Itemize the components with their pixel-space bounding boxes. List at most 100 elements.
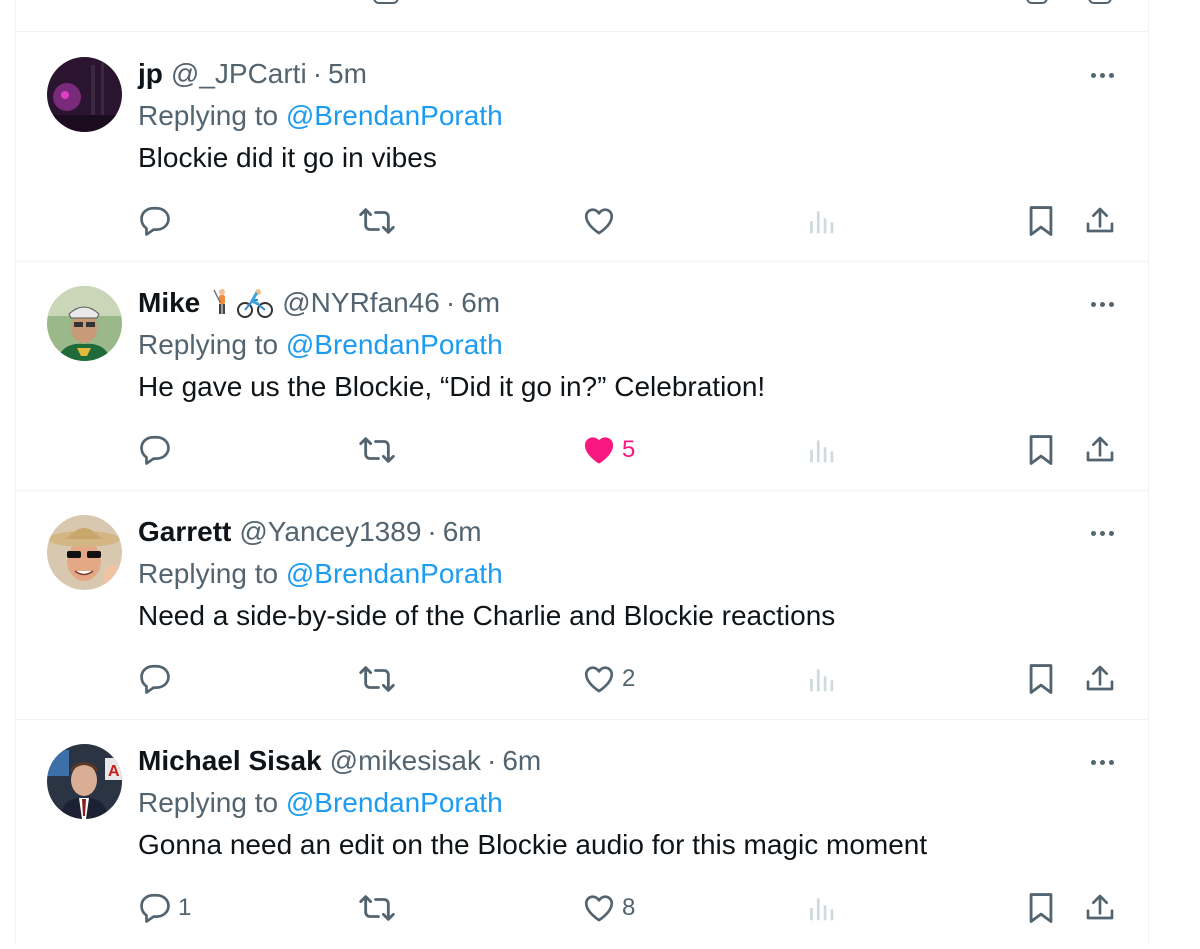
bookmark-icon [1029,206,1053,236]
views-icon [810,440,834,463]
retweet-button[interactable] [358,430,396,470]
reply-mention-link[interactable]: @BrendanPorath [286,329,503,360]
share-icon [1086,665,1114,691]
tweet-text: Blockie did it go in vibes [138,142,437,173]
share-button[interactable] [1084,888,1116,928]
bookmark-icon[interactable] [1026,0,1048,4]
reply-icon [140,435,170,465]
tweet-text: Need a side-by-side of the Charlie and B… [138,600,836,631]
reply-count: 1 [178,894,192,921]
user-handle[interactable]: @mikesisak [330,744,481,778]
bookmark-button[interactable] [1026,659,1056,699]
tweet[interactable]: A Michael Sisak @mikesisak · 6m Replying… [16,720,1148,949]
views-button[interactable] [806,201,836,241]
like-button[interactable]: 8 [582,888,635,928]
tweet[interactable]: Garrett @Yancey1389 · 6m Replying to @Br… [16,491,1148,720]
bookmark-button[interactable] [1026,430,1056,470]
share-icon [1086,894,1114,920]
cyclist-emoji [237,289,274,318]
tweet-actions: 5 [16,430,1148,470]
previous-tweet-actions [16,0,1148,32]
like-count: 8 [622,894,636,921]
share-button[interactable] [1084,430,1116,470]
timestamp[interactable]: 6m [443,515,482,549]
display-name[interactable]: Michael Sisak [138,744,322,778]
tweet[interactable]: Mike @NYRfan46 · 6m Replying to @Brendan… [16,262,1148,491]
views-button[interactable] [806,888,836,928]
tweet-text: Gonna need an edit on the Blockie audio … [138,829,928,860]
like-button[interactable]: 2 [582,659,635,699]
display-name[interactable]: Garrett [138,515,231,549]
svg-text:A: A [108,763,120,780]
display-name[interactable]: jp [138,57,163,91]
views-button[interactable] [806,430,836,470]
separator: · [445,287,456,318]
display-name[interactable]: Mike [138,286,200,320]
replying-to: Replying to @BrendanPorath [138,786,503,820]
like-button[interactable]: 5 [582,430,635,470]
retweet-button[interactable] [358,201,396,241]
heart-icon [584,895,614,922]
golfer-emoji [213,289,226,314]
more-options-icon[interactable] [1091,531,1114,536]
avatar[interactable] [47,515,122,590]
views-icon [810,211,834,234]
tweet-header: Michael Sisak @mikesisak · 6m [138,744,541,778]
avatar[interactable]: A [47,744,122,819]
like-count: 5 [622,436,636,463]
retweet-button[interactable] [358,888,396,928]
share-button[interactable] [1084,659,1116,699]
retweet-icon[interactable] [373,0,399,4]
replying-to: Replying to @BrendanPorath [138,557,503,591]
views-icon [810,898,834,921]
tweet-actions: 1 8 [16,888,1148,928]
user-handle[interactable]: @NYRfan46 [282,286,440,320]
more-options-icon[interactable] [1091,760,1114,765]
views-button[interactable] [806,659,836,699]
timestamp[interactable]: 5m [328,57,367,91]
avatar[interactable] [47,286,122,361]
separator: · [427,516,437,547]
heart-icon [584,666,614,693]
tweet[interactable]: jp @_JPCarti · 5m Replying to @BrendanPo… [16,33,1148,262]
replying-to-label: Replying to [138,558,279,589]
bookmark-button[interactable] [1026,201,1056,241]
share-button[interactable] [1084,201,1116,241]
more-options-icon[interactable] [1091,73,1114,78]
retweet-icon [359,895,395,921]
reply-mention-link[interactable]: @BrendanPorath [286,100,503,131]
share-icon [1086,436,1114,462]
user-handle[interactable]: @_JPCarti [171,57,307,91]
reply-button[interactable] [138,430,178,470]
reply-button[interactable]: 1 [138,888,191,928]
share-icon[interactable] [1088,0,1112,4]
more-options-icon[interactable] [1091,302,1114,307]
reply-mention-link[interactable]: @BrendanPorath [286,787,503,818]
retweet-icon [359,666,395,692]
views-icon [810,669,834,692]
separator: · [487,745,497,776]
user-handle[interactable]: @Yancey1389 [239,515,421,549]
reply-mention-link[interactable]: @BrendanPorath [286,558,503,589]
tweet-header: Mike @NYRfan46 · 6m [138,286,500,320]
separator: · [312,58,323,89]
avatar[interactable] [47,57,122,132]
tweet-actions [16,201,1148,241]
bookmark-button[interactable] [1026,888,1056,928]
reply-icon [140,893,170,923]
retweet-button[interactable] [358,659,396,699]
replying-to-label: Replying to [138,100,279,131]
timestamp[interactable]: 6m [502,744,541,778]
share-icon [1086,207,1114,233]
reply-icon [140,206,170,236]
reply-button[interactable] [138,201,178,241]
retweet-icon [359,208,395,234]
reply-button[interactable] [138,659,178,699]
tweet-actions: 2 [16,659,1148,699]
reply-icon [140,664,170,694]
tweet-text: He gave us the Blockie, “Did it go in?” … [138,371,766,402]
bookmark-icon [1029,664,1053,694]
like-button[interactable] [582,201,622,241]
replying-to: Replying to @BrendanPorath [138,99,503,133]
timestamp[interactable]: 6m [461,286,500,320]
